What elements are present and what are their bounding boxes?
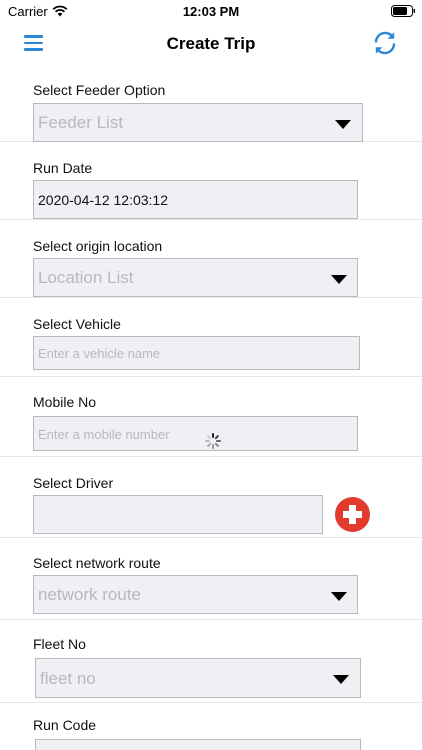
run-code-label: Run Code bbox=[33, 717, 97, 733]
network-route-placeholder: network route bbox=[38, 585, 141, 604]
page-title: Create Trip bbox=[166, 34, 256, 53]
status-time: 12:03 PM bbox=[182, 4, 240, 19]
chevron-down-icon bbox=[333, 675, 349, 684]
status-bar: Carrier 12:03 PM bbox=[0, 0, 422, 24]
driver-label: Select Driver bbox=[33, 475, 114, 491]
battery-icon bbox=[391, 5, 415, 17]
chevron-down-icon bbox=[331, 592, 347, 601]
add-driver-button[interactable] bbox=[335, 497, 370, 532]
origin-placeholder: Location List bbox=[38, 268, 134, 287]
mobile-input[interactable]: Enter a mobile number bbox=[33, 416, 358, 451]
loading-spinner-icon bbox=[205, 433, 221, 449]
navigation-bar: Create Trip bbox=[0, 24, 422, 64]
vehicle-input[interactable]: Enter a vehicle name bbox=[33, 336, 360, 370]
mobile-placeholder: Enter a mobile number bbox=[38, 427, 170, 442]
run-date-value: 2020-04-12 12:03:12 bbox=[38, 192, 168, 208]
vehicle-label: Select Vehicle bbox=[33, 316, 121, 332]
fleet-dropdown[interactable]: fleet no bbox=[35, 658, 361, 698]
feeder-section: Select Feeder Option Feeder List bbox=[0, 64, 422, 142]
driver-input[interactable] bbox=[33, 495, 323, 534]
chevron-down-icon bbox=[331, 275, 347, 284]
run-date-field[interactable]: 2020-04-12 12:03:12 bbox=[33, 180, 358, 219]
run-date-section: Run Date 2020-04-12 12:03:12 bbox=[0, 142, 422, 220]
mobile-label: Mobile No bbox=[33, 394, 97, 410]
origin-section: Select origin location Location List bbox=[0, 220, 422, 298]
fleet-label: Fleet No bbox=[33, 636, 86, 652]
feeder-label: Select Feeder Option bbox=[33, 82, 166, 98]
chevron-down-icon bbox=[335, 120, 351, 129]
run-date-label: Run Date bbox=[33, 160, 93, 176]
refresh-icon[interactable] bbox=[371, 29, 399, 57]
feeder-dropdown[interactable]: Feeder List bbox=[33, 103, 363, 142]
run-code-section: Run Code bbox=[0, 703, 422, 750]
run-code-input[interactable] bbox=[35, 739, 361, 750]
network-route-label: Select network route bbox=[33, 555, 161, 571]
origin-label: Select origin location bbox=[33, 238, 163, 254]
network-route-dropdown[interactable]: network route bbox=[33, 575, 358, 614]
fleet-section: Fleet No fleet no bbox=[0, 620, 422, 703]
feeder-placeholder: Feeder List bbox=[38, 113, 124, 132]
fleet-placeholder: fleet no bbox=[40, 669, 96, 688]
vehicle-placeholder: Enter a vehicle name bbox=[38, 346, 161, 361]
network-route-section: Select network route network route bbox=[0, 538, 422, 620]
origin-dropdown[interactable]: Location List bbox=[33, 258, 358, 297]
vehicle-section: Select Vehicle Enter a vehicle name bbox=[0, 298, 422, 377]
